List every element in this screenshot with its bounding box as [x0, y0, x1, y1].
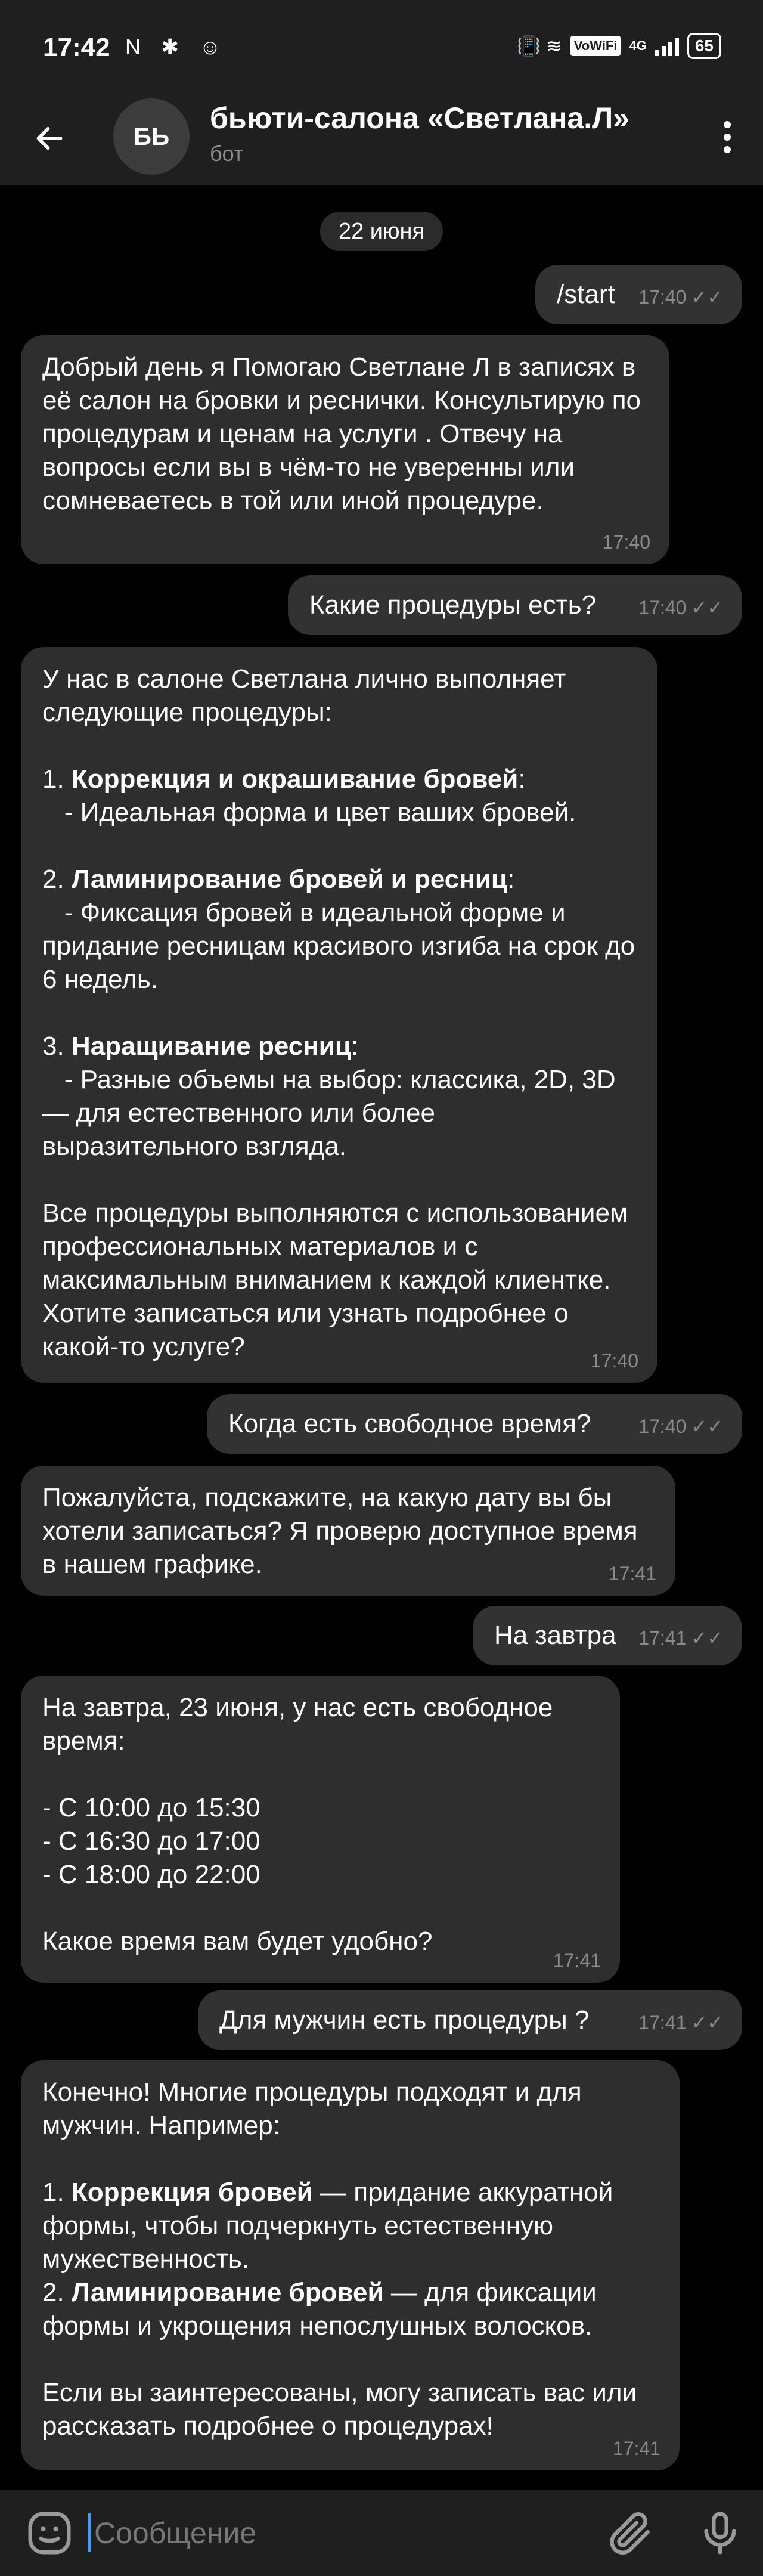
message-meta: 17:41 ✓✓: [638, 2011, 723, 2034]
double-check-icon: ✓✓: [691, 1415, 723, 1437]
more-vertical-icon: [724, 121, 731, 128]
message-incoming[interactable]: У нас в салоне Светлана лично выполняет …: [21, 647, 657, 1383]
message-text: На завтра: [494, 1621, 616, 1650]
double-check-icon: ✓✓: [691, 1627, 723, 1649]
message-incoming[interactable]: Добрый день я Помогаю Светлане Л в запис…: [21, 335, 669, 564]
message-incoming[interactable]: Конечно! Многие процедуры подходят и для…: [21, 2060, 680, 2470]
message-time: 17:41: [553, 1950, 601, 1971]
network-type: 4G: [629, 38, 647, 53]
message-meta: 17:40 ✓✓: [638, 596, 723, 619]
message-meta: 17:40 ✓✓: [638, 286, 723, 308]
message-text: Какие процедуры есть?: [309, 590, 597, 620]
message-time: 17:40: [638, 596, 687, 618]
vowifi-badge: VoWiFi: [570, 36, 621, 56]
message-meta: 17:41: [609, 1563, 656, 1585]
message-text: Конечно! Многие процедуры подходят и для…: [42, 2077, 644, 2441]
message-incoming[interactable]: На завтра, 23 июня, у нас есть свободное…: [21, 1676, 620, 1983]
message-text: Пожалуйста, подскажите, на какую дату вы…: [42, 1483, 645, 1579]
message-incoming[interactable]: Пожалуйста, подскажите, на какую дату вы…: [21, 1466, 675, 1596]
message-outgoing[interactable]: Для мужчин есть процедуры ? 17:41 ✓✓: [198, 1990, 742, 2050]
signal-icon: [655, 36, 679, 56]
emoji-icon: [28, 2512, 71, 2555]
message-time: 17:41: [608, 1563, 656, 1584]
message-meta: 17:41 ✓✓: [638, 1627, 723, 1649]
message-input[interactable]: Сообщение: [94, 2512, 571, 2554]
message-time: 17:40: [638, 1415, 687, 1437]
vibrate-wifi-icons: 📳 ≋: [517, 35, 562, 57]
status-right-icons: 📳 ≋ VoWiFi 4G 65: [517, 33, 721, 59]
message-time: 17:41: [638, 2011, 687, 2033]
voice-record-button[interactable]: [694, 2507, 746, 2559]
arrow-left-icon: [36, 126, 63, 150]
battery-icon: 65: [687, 33, 721, 59]
microphone-icon: [704, 2512, 736, 2555]
text-cursor: [88, 2513, 91, 2552]
message-text: У нас в салоне Светлана лично выполняет …: [42, 664, 643, 1361]
double-check-icon: ✓✓: [691, 2011, 723, 2033]
message-time: 17:41: [638, 1627, 687, 1649]
message-meta: 17:40: [603, 531, 650, 553]
double-check-icon: ✓✓: [691, 286, 723, 308]
message-time: 17:40: [602, 531, 650, 553]
emoji-button[interactable]: [24, 2507, 75, 2559]
back-button[interactable]: [29, 112, 70, 165]
message-meta: 17:40 ✓✓: [638, 1415, 723, 1438]
chat-header: БЬ бьюти-салона «Светлана.Л» бот: [0, 98, 763, 185]
more-menu-button[interactable]: [715, 113, 739, 161]
message-meta: 17:41: [613, 2438, 660, 2460]
message-outgoing[interactable]: На завтра 17:41 ✓✓: [473, 1606, 742, 1665]
chat-title[interactable]: бьюти-салона «Светлана.Л»: [210, 101, 629, 135]
paperclip-icon: [610, 2512, 650, 2555]
message-input-bar: Сообщение: [0, 2490, 763, 2576]
message-meta: 17:40: [591, 1350, 638, 1372]
message-outgoing[interactable]: Какие процедуры есть? 17:40 ✓✓: [288, 575, 742, 635]
message-outgoing[interactable]: /start 17:40 ✓✓: [535, 265, 742, 324]
status-time: 17:42: [43, 33, 110, 62]
message-text: На завтра, 23 июня, у нас есть свободное…: [42, 1693, 560, 1956]
double-check-icon: ✓✓: [691, 596, 723, 618]
status-left-icons: N ✱ ☺: [125, 35, 228, 59]
message-outgoing[interactable]: Когда есть свободное время? 17:40 ✓✓: [207, 1394, 742, 1454]
message-time: 17:40: [590, 1350, 638, 1371]
chat-subtitle: бот: [210, 141, 244, 166]
message-text: Добрый день я Помогаю Светлане Л в запис…: [42, 352, 649, 515]
status-bar: 17:42 N ✱ ☺ 📳 ≋ VoWiFi 4G 65: [0, 0, 763, 98]
avatar[interactable]: БЬ: [113, 98, 190, 175]
message-time: 17:40: [638, 286, 687, 308]
message-time: 17:41: [612, 2438, 660, 2459]
attach-button[interactable]: [605, 2507, 656, 2559]
date-chip: 22 июня: [320, 212, 443, 251]
message-text: /start: [557, 280, 615, 309]
message-text: Когда есть свободное время?: [228, 1409, 591, 1438]
message-text: Для мужчин есть процедуры ?: [219, 2005, 590, 2035]
message-meta: 17:41: [553, 1950, 601, 1972]
